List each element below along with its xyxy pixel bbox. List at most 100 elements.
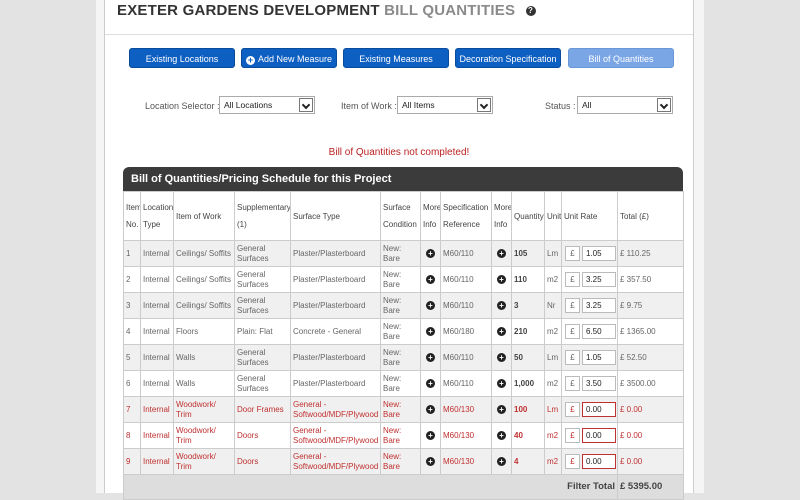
plus-circle-icon[interactable]: + bbox=[497, 248, 506, 258]
cell-spec: M60/130 bbox=[440, 422, 492, 449]
currency-symbol: £ bbox=[565, 298, 580, 313]
cell-surface-value: Plaster/Plasterboard bbox=[293, 352, 366, 362]
more-info-cell[interactable]: + bbox=[491, 370, 512, 397]
unit-rate-input[interactable]: 0.00 bbox=[582, 454, 616, 469]
cell-supp: General Surfaces bbox=[234, 240, 291, 267]
column-header: Unit bbox=[544, 191, 562, 241]
cell-unit-value: m2 bbox=[547, 378, 559, 388]
cell-loc: Internal bbox=[140, 422, 174, 449]
unit-rate-input[interactable]: 0.00 bbox=[582, 428, 616, 443]
cell-cond-value: New: Bare bbox=[383, 373, 402, 393]
unit-rate-group: £0.00 bbox=[564, 401, 616, 418]
cell-supp-value: General Surfaces bbox=[237, 243, 269, 263]
item-of-work-select[interactable]: All Items bbox=[397, 96, 493, 114]
cell-cond-value: New: Bare bbox=[383, 451, 402, 471]
plus-circle-icon[interactable]: + bbox=[426, 274, 435, 284]
decoration-specification-button[interactable]: Decoration Specification bbox=[455, 48, 561, 68]
table-heading: Bill of Quantities/Pricing Schedule for … bbox=[123, 167, 683, 191]
more-info-cell[interactable]: + bbox=[420, 370, 441, 397]
cell-unit-value: Lm bbox=[547, 404, 559, 414]
more-info-cell[interactable]: + bbox=[420, 396, 441, 423]
cell-unit-value: Lm bbox=[547, 248, 559, 258]
column-header: More Info bbox=[491, 191, 512, 241]
plus-circle-icon[interactable]: + bbox=[426, 248, 435, 258]
cell-no-value: 2 bbox=[126, 274, 131, 284]
more-info-cell[interactable]: + bbox=[491, 266, 512, 293]
cell-surface-value: Concrete - General bbox=[293, 326, 362, 336]
plus-circle-icon[interactable]: + bbox=[426, 300, 435, 310]
plus-circle-icon[interactable]: + bbox=[497, 274, 506, 284]
unit-rate-input[interactable]: 1.05 bbox=[582, 246, 616, 261]
cell-spec-value: M60/180 bbox=[443, 326, 475, 336]
plus-circle-icon[interactable]: + bbox=[426, 456, 435, 466]
currency-symbol: £ bbox=[565, 246, 580, 261]
more-info-cell[interactable]: + bbox=[420, 422, 441, 449]
cell-qty-value: 105 bbox=[514, 248, 528, 258]
plus-circle-icon[interactable]: + bbox=[426, 352, 435, 362]
cell-no-value: 6 bbox=[126, 378, 131, 388]
cell-cond: New: Bare bbox=[380, 448, 421, 475]
unit-rate-input[interactable]: 0.00 bbox=[582, 402, 616, 417]
plus-circle-icon[interactable]: + bbox=[497, 456, 506, 466]
more-info-cell[interactable]: + bbox=[491, 318, 512, 345]
more-info-cell[interactable]: + bbox=[491, 396, 512, 423]
plus-circle-icon[interactable]: + bbox=[497, 404, 506, 414]
cell-supp: Plain: Flat bbox=[234, 318, 291, 345]
cell-no: 2 bbox=[123, 266, 141, 293]
plus-circle-icon[interactable]: + bbox=[497, 352, 506, 362]
unit-rate-input[interactable]: 6.50 bbox=[582, 324, 616, 339]
plus-circle-icon[interactable]: + bbox=[497, 300, 506, 310]
cell-item: Walls bbox=[173, 370, 235, 397]
plus-circle-icon[interactable]: + bbox=[497, 326, 506, 336]
unit-rate-input[interactable]: 3.25 bbox=[582, 298, 616, 313]
cell-item-value: Walls bbox=[176, 378, 196, 388]
bill-of-quantities-button[interactable]: Bill of Quantities bbox=[568, 48, 674, 68]
unit-rate-input[interactable]: 3.50 bbox=[582, 376, 616, 391]
unit-rate-cell: £3.25 bbox=[561, 292, 618, 319]
plus-circle-icon[interactable]: + bbox=[426, 404, 435, 414]
cell-loc: Internal bbox=[140, 240, 174, 267]
status-select[interactable]: All bbox=[577, 96, 673, 114]
cell-item-value: Ceilings/ Soffits bbox=[176, 300, 231, 310]
cell-total-value: £ 52.50 bbox=[620, 352, 647, 362]
unit-rate-input[interactable]: 1.05 bbox=[582, 350, 616, 365]
existing-locations-button[interactable]: Existing Locations bbox=[129, 48, 235, 68]
unit-rate-input[interactable]: 3.25 bbox=[582, 272, 616, 287]
plus-circle-icon[interactable]: + bbox=[426, 430, 435, 440]
cell-no: 9 bbox=[123, 448, 141, 475]
cell-surface: Plaster/Plasterboard bbox=[290, 240, 381, 267]
cell-loc-value: Internal bbox=[143, 352, 170, 362]
cell-no: 1 bbox=[123, 240, 141, 267]
more-info-cell[interactable]: + bbox=[420, 240, 441, 267]
more-info-cell[interactable]: + bbox=[420, 344, 441, 371]
more-info-cell[interactable]: + bbox=[491, 292, 512, 319]
more-info-cell[interactable]: + bbox=[420, 448, 441, 475]
cell-item-value: Floors bbox=[176, 326, 199, 336]
more-info-cell[interactable]: + bbox=[420, 266, 441, 293]
item-of-work-select-value: All Items bbox=[402, 100, 435, 110]
add-new-measure-button[interactable]: + Add New Measure bbox=[241, 48, 337, 68]
chevron-down-icon bbox=[657, 98, 671, 112]
more-info-cell[interactable]: + bbox=[491, 240, 512, 267]
more-info-cell[interactable]: + bbox=[491, 448, 512, 475]
plus-circle-icon[interactable]: + bbox=[497, 378, 506, 388]
page-title: EXETER GARDENS DEVELOPMENT BILL QUANTITI… bbox=[117, 2, 536, 19]
plus-circle-icon[interactable]: + bbox=[426, 378, 435, 388]
more-info-cell[interactable]: + bbox=[491, 422, 512, 449]
cell-item-value: Woodwork/ Trim bbox=[176, 451, 216, 471]
unit-rate-cell: £0.00 bbox=[561, 396, 618, 423]
existing-measures-button[interactable]: Existing Measures bbox=[343, 48, 449, 68]
status-select-value: All bbox=[582, 100, 592, 110]
plus-circle-icon[interactable]: + bbox=[497, 430, 506, 440]
more-info-cell[interactable]: + bbox=[420, 318, 441, 345]
help-icon[interactable]: ? bbox=[525, 6, 536, 17]
more-info-cell[interactable]: + bbox=[420, 292, 441, 319]
cell-unit: m2 bbox=[544, 318, 562, 345]
location-select[interactable]: All Locations bbox=[219, 96, 315, 114]
column-header: Unit Rate bbox=[561, 191, 618, 241]
cell-loc-value: Internal bbox=[143, 274, 170, 284]
plus-circle-icon[interactable]: + bbox=[426, 326, 435, 336]
cell-supp: General Surfaces bbox=[234, 292, 291, 319]
more-info-cell[interactable]: + bbox=[491, 344, 512, 371]
unit-rate-group: £3.25 bbox=[564, 297, 616, 314]
